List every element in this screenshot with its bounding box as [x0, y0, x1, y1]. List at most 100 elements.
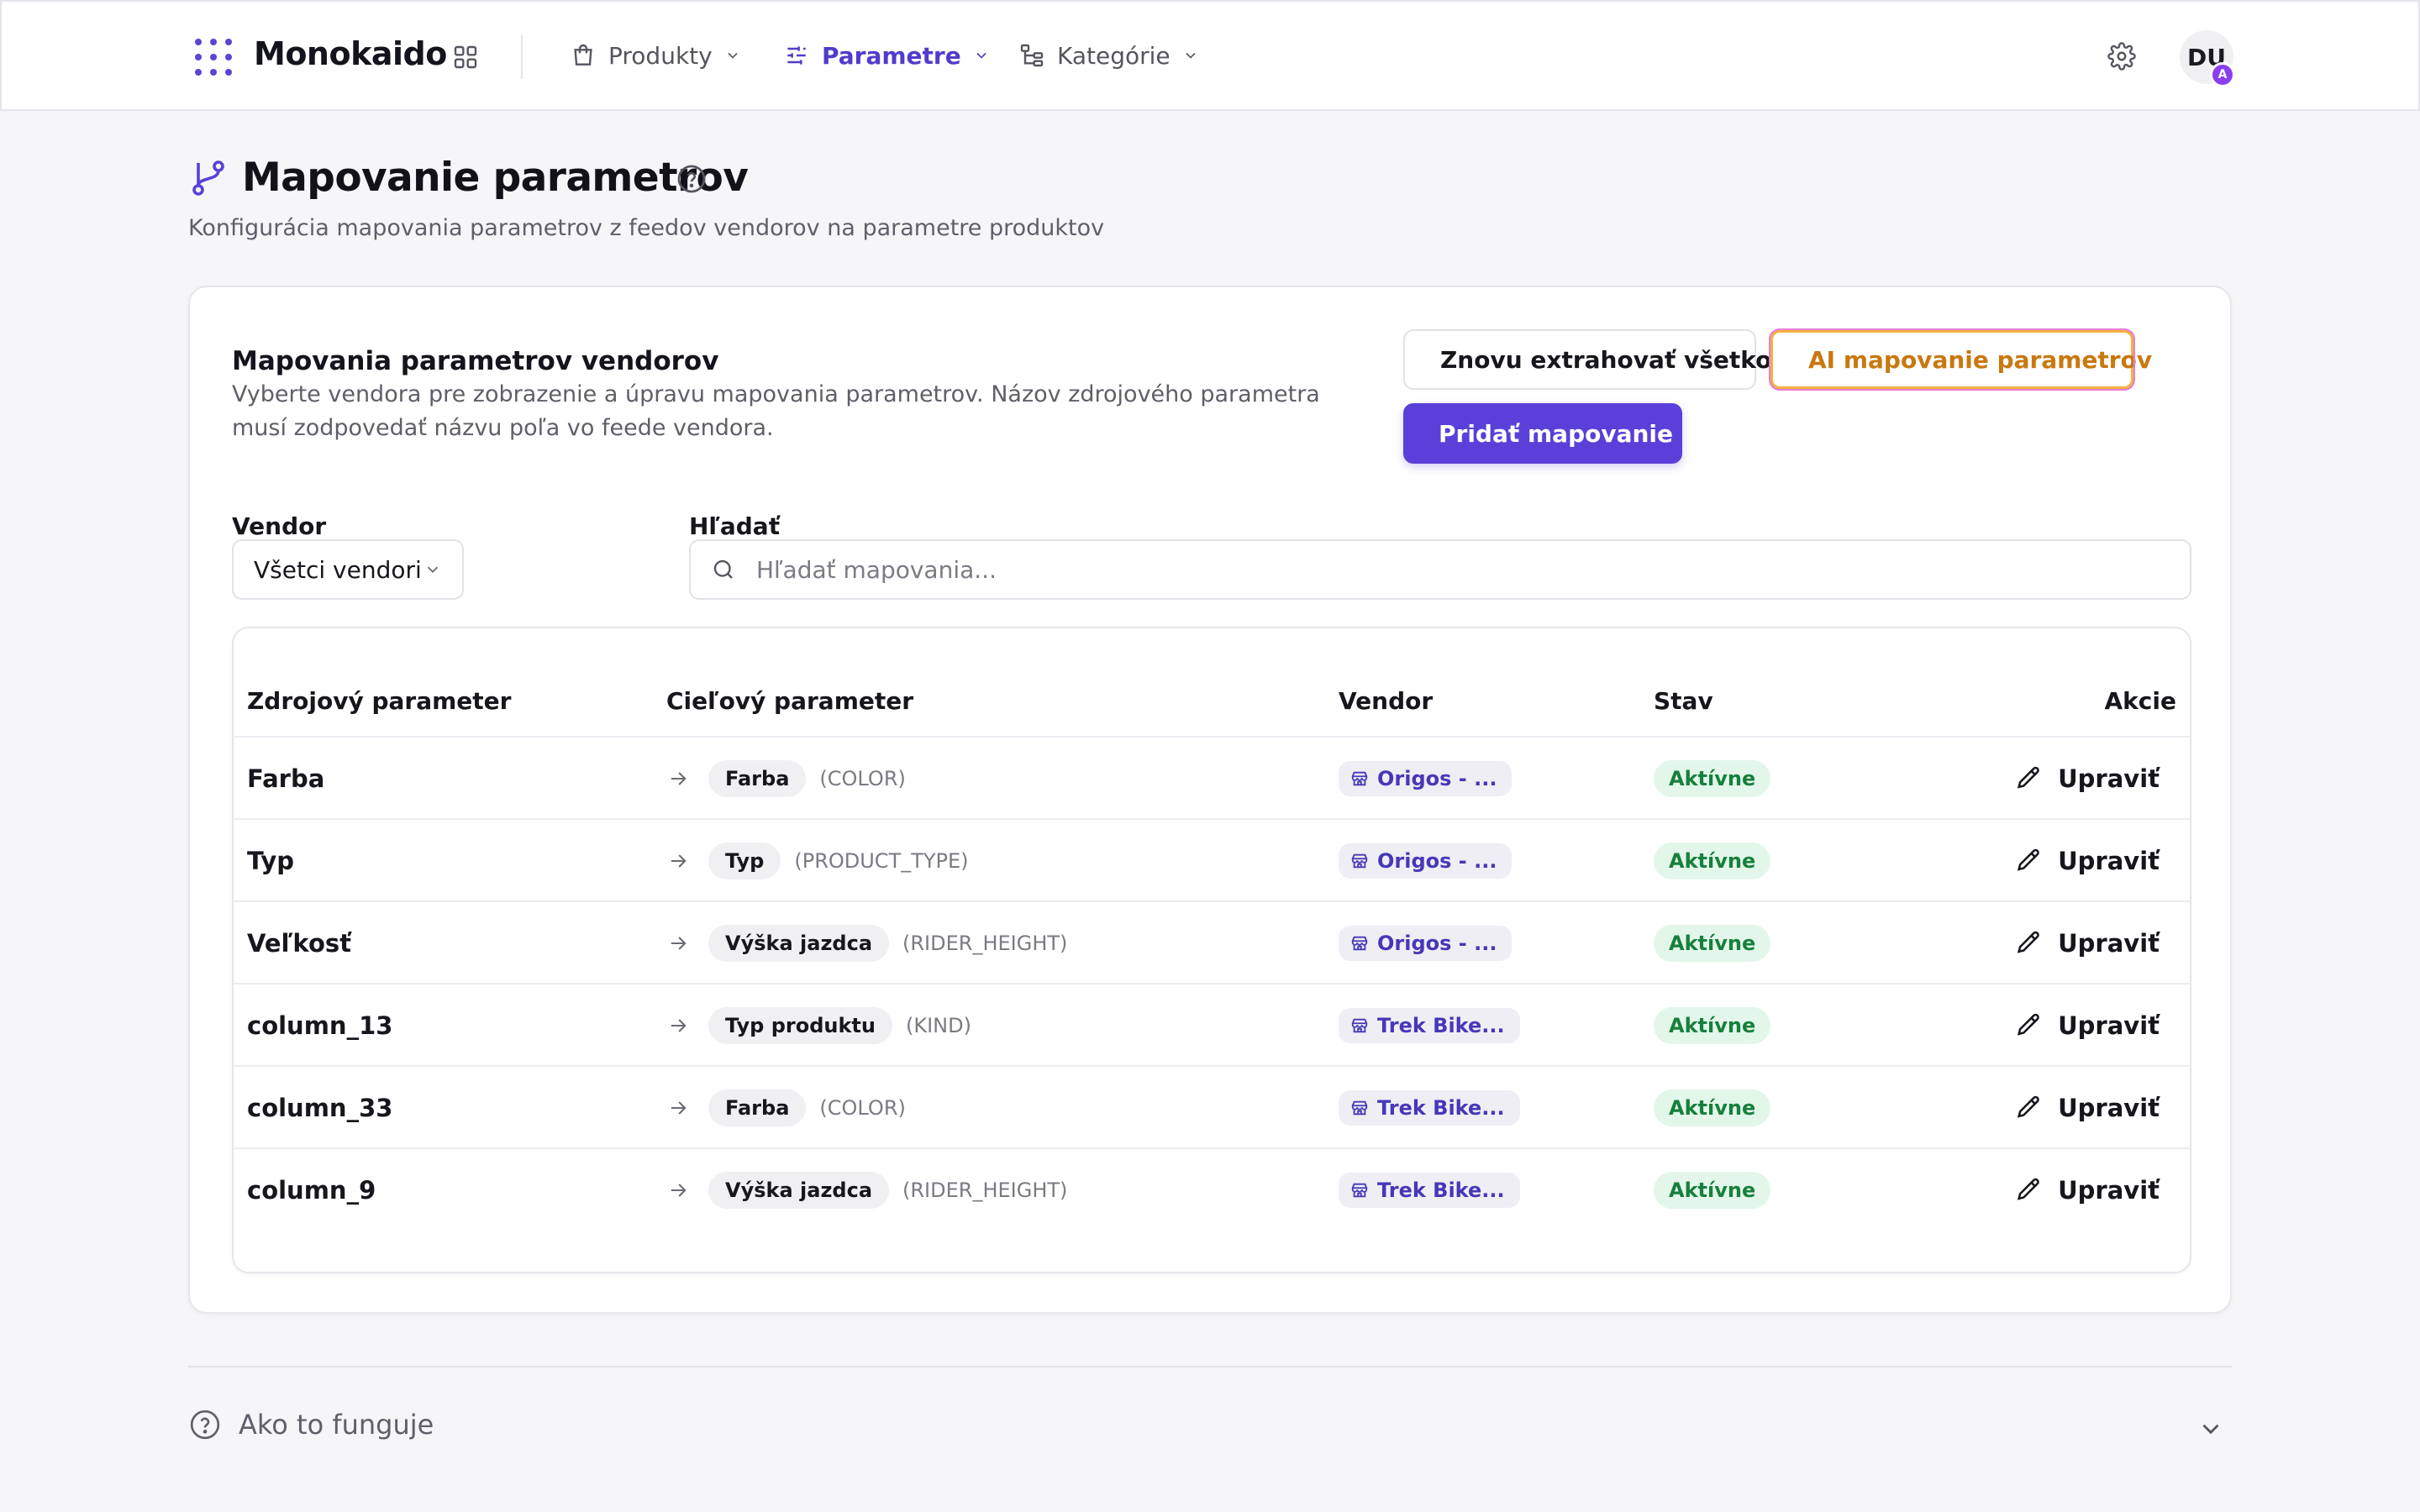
vendor-chip: Trek Bike... — [1339, 1008, 1520, 1043]
edit-button[interactable]: Upraviť — [2014, 1149, 2160, 1231]
table-row: column_9 Výška jazdca (RIDER_HEIGHT) Tre… — [234, 1149, 2190, 1231]
edit-label: Upraviť — [2058, 847, 2160, 875]
vendor-filter-label: Vendor — [232, 512, 327, 540]
vendor-name: Origos - ... — [1377, 932, 1497, 955]
mappings-card: Mapovania parametrov vendorov Vyberte ve… — [188, 286, 2232, 1314]
page-title: Mapovanie parametrov — [242, 155, 749, 201]
help-circle-icon — [190, 1410, 220, 1440]
target-parameter-chip: Výška jazdca — [708, 925, 890, 962]
source-parameter: Veľkosť — [247, 929, 351, 958]
how-it-works-toggle[interactable]: Ako to funguje — [188, 1408, 434, 1441]
gear-icon[interactable] — [2107, 42, 2136, 71]
target-parameter: Farba (COLOR) — [666, 1067, 906, 1149]
source-parameter: Farba — [247, 764, 325, 793]
add-mapping-button[interactable]: Pridať mapovanie — [1403, 403, 1682, 464]
target-parameter-chip: Výška jazdca — [708, 1172, 890, 1209]
target-parameter-chip: Farba — [708, 1089, 807, 1126]
edit-button[interactable]: Upraviť — [2014, 902, 2160, 984]
column-header-source: Zdrojový parameter — [247, 687, 512, 715]
arrow-right-icon — [671, 1019, 687, 1032]
status-cell: Aktívne — [1654, 1149, 1771, 1231]
reextract-all-label: Znovu extrahovať všetko — [1440, 345, 1772, 374]
status-cell: Aktívne — [1654, 738, 1771, 820]
apps-icon[interactable] — [452, 44, 479, 71]
store-icon — [1351, 1183, 1368, 1198]
edit-button[interactable]: Upraviť — [2014, 738, 2160, 820]
source-parameter: column_33 — [247, 1094, 393, 1122]
target-parameter-chip: Typ produktu — [708, 1007, 892, 1044]
arrow-right-icon — [671, 854, 687, 868]
vendor-cell: Origos - ... — [1339, 738, 1512, 820]
tree-icon — [1020, 44, 1044, 67]
status-cell: Aktívne — [1654, 1067, 1771, 1149]
shopping-bag-icon — [574, 44, 592, 66]
edit-button[interactable]: Upraviť — [2014, 820, 2160, 902]
add-mapping-label: Pridať mapovanie — [1439, 419, 1674, 448]
pencil-icon — [2018, 1095, 2039, 1118]
status-badge: Aktívne — [1654, 843, 1771, 879]
arrow-right-icon — [671, 937, 687, 950]
brand-name[interactable]: Monokaido — [254, 35, 447, 72]
search-input[interactable] — [756, 555, 2101, 584]
edit-button[interactable]: Upraviť — [2014, 1067, 2160, 1149]
column-header-vendor: Vendor — [1339, 687, 1434, 715]
how-it-works-label: Ako to funguje — [239, 1409, 434, 1441]
arrow-right-icon — [671, 1184, 687, 1197]
ai-mapping-button[interactable]: AI mapovanie parametrov — [1769, 328, 2152, 391]
store-icon — [1351, 1018, 1368, 1033]
table-row: Typ Typ (PRODUCT_TYPE) Origos - ... Aktí… — [234, 820, 2190, 902]
target-parameter-code: (COLOR) — [819, 1096, 906, 1120]
target-parameter: Typ (PRODUCT_TYPE) — [666, 820, 969, 902]
sliders-icon — [787, 46, 806, 65]
pencil-icon — [2018, 931, 2039, 953]
store-icon — [1351, 771, 1368, 786]
chevron-down-icon — [976, 52, 986, 59]
logo-dots-icon — [195, 39, 232, 76]
status-cell: Aktívne — [1654, 984, 1771, 1067]
avatar-badge: A — [2210, 62, 2235, 87]
column-header-target: Cieľový parameter — [666, 687, 914, 715]
section-divider — [188, 1366, 2232, 1368]
search-icon — [713, 559, 733, 579]
vendor-name: Trek Bike... — [1377, 1096, 1505, 1120]
edit-label: Upraviť — [2058, 929, 2160, 958]
pencil-icon — [2018, 848, 2039, 871]
chevron-down-icon[interactable] — [2196, 1415, 2225, 1443]
target-parameter-code: (COLOR) — [819, 767, 906, 790]
chevron-down-icon — [728, 52, 738, 59]
top-navbar: Monokaido Produkty Parametre Kategórie D… — [0, 0, 2420, 111]
vendor-name: Origos - ... — [1377, 849, 1497, 873]
edit-label: Upraviť — [2058, 1094, 2160, 1122]
nav-item-parametre[interactable]: Parametre — [783, 35, 990, 76]
chevron-down-icon — [1186, 52, 1196, 59]
target-parameter-code: (RIDER_HEIGHT) — [902, 1179, 1068, 1202]
edit-label: Upraviť — [2058, 764, 2160, 793]
nav-item-produkty[interactable]: Produkty — [570, 35, 741, 76]
vendor-chip: Origos - ... — [1339, 761, 1512, 796]
status-cell: Aktívne — [1654, 902, 1771, 984]
target-parameter-code: (KIND) — [906, 1014, 971, 1037]
edit-label: Upraviť — [2058, 1176, 2160, 1205]
column-header-status: Stav — [1654, 687, 1713, 715]
vendor-cell: Origos - ... — [1339, 902, 1512, 984]
git-branch-icon — [192, 160, 224, 196]
table-row: column_13 Typ produktu (KIND) Trek Bike.… — [234, 984, 2190, 1067]
vendor-name: Origos - ... — [1377, 767, 1497, 790]
source-parameter: column_13 — [247, 1011, 393, 1040]
table-row: column_33 Farba (COLOR) Trek Bike... Akt… — [234, 1067, 2190, 1149]
nav-item-label: Parametre — [822, 41, 961, 70]
pencil-icon — [2018, 1013, 2039, 1036]
nav-item-kategorie[interactable]: Kategórie — [1018, 35, 1199, 76]
card-title: Mapovania parametrov vendorov — [232, 346, 719, 376]
vendor-name: Trek Bike... — [1377, 1014, 1505, 1037]
vendor-select[interactable]: Všetci vendori — [232, 539, 464, 600]
mappings-table: Zdrojový parameter Cieľový parameter Ven… — [232, 627, 2191, 1273]
arrow-right-icon — [671, 772, 687, 785]
target-parameter: Výška jazdca (RIDER_HEIGHT) — [666, 1149, 1067, 1231]
edit-button[interactable]: Upraviť — [2014, 984, 2160, 1067]
vendor-cell: Trek Bike... — [1339, 984, 1520, 1067]
vendor-chip: Origos - ... — [1339, 926, 1512, 961]
reextract-all-button[interactable]: Znovu extrahovať všetko — [1403, 329, 1771, 390]
vendor-name: Trek Bike... — [1377, 1179, 1505, 1202]
help-circle-icon[interactable] — [676, 163, 708, 195]
